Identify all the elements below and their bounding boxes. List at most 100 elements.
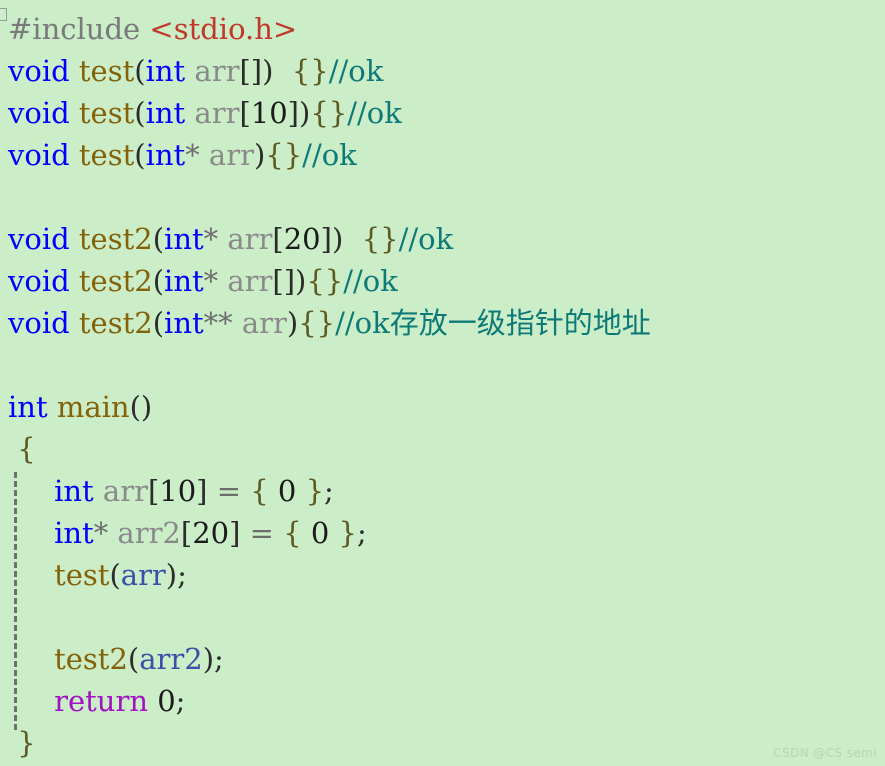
code-token-function: main xyxy=(56,390,130,424)
code-line[interactable]: void test(int arr[]) {}//ok xyxy=(0,50,885,92)
code-line[interactable]: test2(arr2); xyxy=(0,638,885,680)
code-token-keyword: void xyxy=(8,306,70,340)
code-token-punctuation: ( xyxy=(134,96,146,130)
code-token-keyword: void xyxy=(8,138,70,172)
code-token-punctuation: ) xyxy=(253,138,266,172)
code-token-punctuation: ( xyxy=(152,264,165,298)
code-token-punctuation: []) xyxy=(272,264,307,298)
code-token-brace: {} xyxy=(306,264,344,298)
code-token-punctuation: ( xyxy=(152,306,165,340)
code-token-number: 20 xyxy=(283,222,321,256)
code-token-operator: * xyxy=(203,222,219,256)
code-token-punctuation: []) xyxy=(239,54,274,88)
code-line[interactable] xyxy=(0,344,885,386)
code-token-punctuation: ( xyxy=(127,642,140,676)
code-line[interactable]: int* arr2[20] = { 0 }; xyxy=(0,512,885,554)
indent-guide-line xyxy=(14,472,17,730)
code-token-number: 10 xyxy=(159,474,197,508)
code-token-number: 20 xyxy=(192,516,230,550)
code-token-function: test xyxy=(78,96,135,130)
code-token-return-keyword: return xyxy=(54,684,148,718)
code-token-identifier: arr xyxy=(194,54,240,88)
code-token-keyword: int xyxy=(54,474,94,508)
code-token-punctuation: ( xyxy=(109,558,121,592)
code-line[interactable]: test(arr); xyxy=(0,554,885,596)
code-line[interactable]: void test2(int* arr[]){}//ok xyxy=(0,260,885,302)
code-token-punctuation: ( xyxy=(134,138,146,172)
code-token-comment: //ok xyxy=(302,138,357,172)
code-token-brace: { xyxy=(283,516,302,550)
code-line[interactable]: return 0; xyxy=(0,680,885,722)
code-token-function: test xyxy=(78,54,135,88)
code-token-operator: = xyxy=(249,516,274,550)
code-token-keyword: int xyxy=(145,138,186,172)
code-token-identifier: arr xyxy=(227,264,273,298)
code-token-keyword: int xyxy=(8,390,48,424)
code-token-operator: = xyxy=(216,474,242,508)
code-token-function: test2 xyxy=(54,642,128,676)
code-token-variable: arr xyxy=(120,558,166,592)
code-token-identifier: arr2 xyxy=(117,516,181,550)
code-line[interactable]: void test(int arr[10]){}//ok xyxy=(0,92,885,134)
code-token-function: test2 xyxy=(78,306,153,340)
code-token-function: test xyxy=(78,138,135,172)
code-line[interactable]: void test2(int** arr){}//ok存放一级指针的地址 xyxy=(0,302,885,344)
code-line[interactable]: void test(int* arr){}//ok xyxy=(0,134,885,176)
code-token-identifier: arr xyxy=(227,222,273,256)
code-token-keyword: void xyxy=(8,222,70,256)
code-token-comment: //ok xyxy=(328,54,384,88)
code-token-identifier: arr xyxy=(241,306,287,340)
code-token-brace: } xyxy=(8,726,36,760)
code-token-punctuation: [ xyxy=(180,516,193,550)
code-token-punctuation: ]) xyxy=(320,222,344,256)
code-token-number: 10 xyxy=(250,96,288,130)
code-token-punctuation: ); xyxy=(165,558,187,592)
code-token-operator: ** xyxy=(203,306,233,340)
code-token-operator: * xyxy=(185,138,200,172)
code-token-punctuation: ; xyxy=(175,684,186,718)
code-line[interactable]: #include <stdio.h> xyxy=(0,8,885,50)
code-token-comment: //ok xyxy=(343,264,398,298)
code-token-preprocessor: #include xyxy=(8,12,150,46)
code-text-area[interactable]: #include <stdio.h> void test(int arr[]) {… xyxy=(0,0,885,766)
code-token-variable: arr2 xyxy=(139,642,203,676)
code-token-comment: //ok xyxy=(398,222,454,256)
code-token-keyword: void xyxy=(8,264,70,298)
code-token-keyword: void xyxy=(8,54,70,88)
code-token-identifier: arr xyxy=(194,96,240,130)
code-token-punctuation: ); xyxy=(202,642,224,676)
code-token-brace: } xyxy=(338,516,357,550)
code-line[interactable]: int main() xyxy=(0,386,885,428)
code-line[interactable] xyxy=(0,596,885,638)
code-token-identifier: arr xyxy=(102,474,148,508)
code-line[interactable]: int arr[10] = { 0 }; xyxy=(0,470,885,512)
code-token-brace: {} xyxy=(298,306,336,340)
code-token-keyword: int xyxy=(54,516,94,550)
code-token-keyword: int xyxy=(145,54,186,88)
code-token-punctuation: ( xyxy=(152,222,165,256)
code-token-punctuation: ] xyxy=(229,516,241,550)
code-line[interactable]: void test2(int* arr[20]) {}//ok xyxy=(0,218,885,260)
code-line[interactable]: { xyxy=(0,428,885,470)
code-token-punctuation: ( xyxy=(134,54,146,88)
code-folding-toggle[interactable] xyxy=(0,8,7,21)
code-token-keyword: int xyxy=(164,264,204,298)
code-token-punctuation: ] xyxy=(196,474,208,508)
code-line[interactable] xyxy=(0,176,885,218)
code-token-number: 0 xyxy=(277,474,297,508)
code-line[interactable]: } xyxy=(0,722,885,764)
